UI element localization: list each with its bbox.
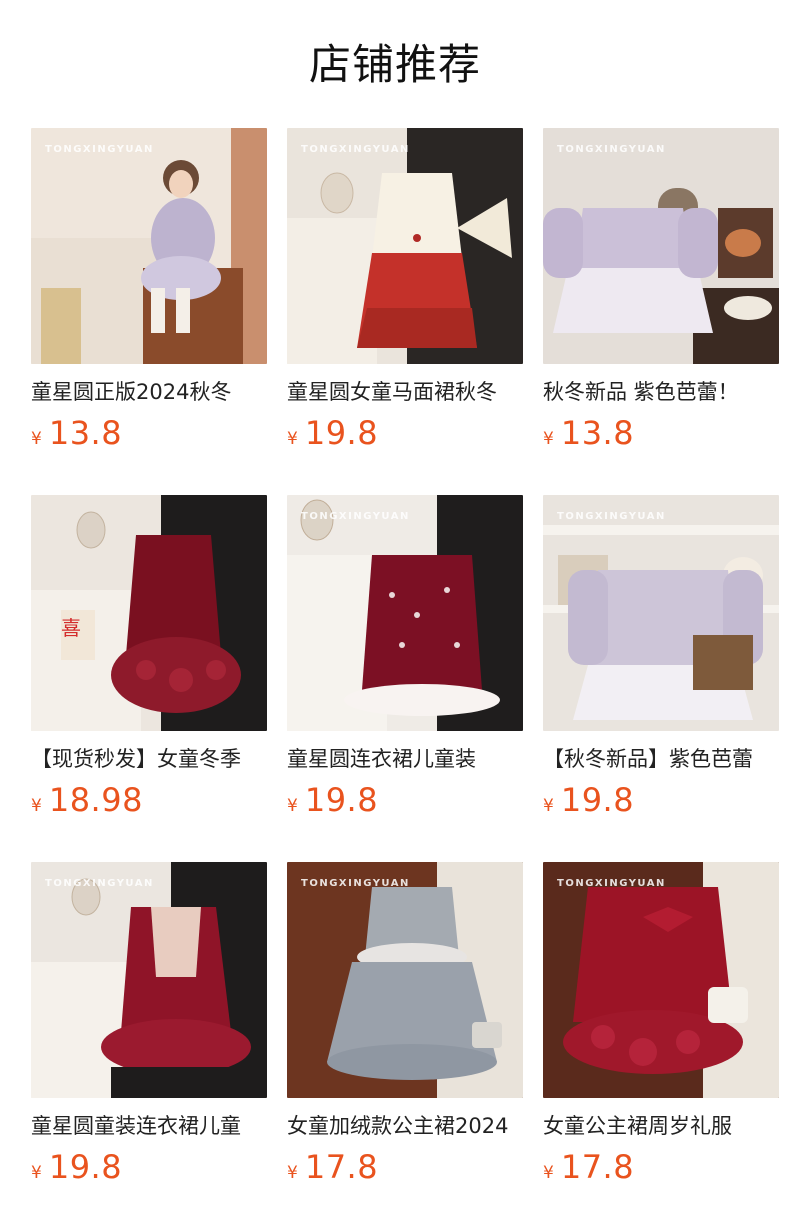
price-amount: 19.8 (48, 1148, 123, 1186)
product-image[interactable]: TONGXINGYUAN (287, 128, 523, 364)
section-title: 店铺推荐 (308, 39, 481, 89)
product-price: ¥ 17.8 (543, 1148, 779, 1186)
product-name[interactable]: 【现货秒发】女童冬季 (31, 745, 267, 773)
currency-symbol: ¥ (543, 1163, 554, 1183)
product-card[interactable]: TONGXINGYUAN 童星圆正版2024秋冬 ¥ 13.8 (31, 128, 267, 495)
product-image[interactable]: TONGXINGYUAN (543, 128, 779, 364)
product-name[interactable]: 女童公主裙周岁礼服 (543, 1112, 779, 1140)
price-amount: 19.8 (304, 414, 379, 452)
price-amount: 13.8 (48, 414, 123, 452)
product-card[interactable]: TONGXINGYUAN 女童加绒款公主裙2024 ¥ 17.8 (287, 862, 523, 1229)
currency-symbol: ¥ (287, 1163, 298, 1183)
product-image[interactable]: TONGXINGYUAN (31, 128, 267, 364)
currency-symbol: ¥ (543, 796, 554, 816)
product-price: ¥ 18.98 (31, 781, 267, 819)
currency-symbol: ¥ (287, 796, 298, 816)
price-amount: 19.8 (304, 781, 379, 819)
product-price: ¥ 17.8 (287, 1148, 523, 1186)
watermark: TONGXINGYUAN (557, 144, 666, 155)
currency-symbol: ¥ (543, 429, 554, 449)
product-name[interactable]: 秋冬新品 紫色芭蕾！ (543, 378, 779, 406)
watermark: TONGXINGYUAN (557, 511, 666, 522)
product-price: ¥ 19.8 (287, 414, 523, 452)
svg-text:喜: 喜 (61, 616, 81, 640)
product-name[interactable]: 女童加绒款公主裙2024 (287, 1112, 523, 1140)
product-card[interactable]: 喜 【现货秒发】女童冬季 ¥ 18.98 (31, 495, 267, 862)
price-amount: 18.98 (48, 781, 143, 819)
price-amount: 13.8 (560, 414, 635, 452)
price-amount: 17.8 (304, 1148, 379, 1186)
price-amount: 19.8 (560, 781, 635, 819)
product-image[interactable]: TONGXINGYUAN (543, 495, 779, 731)
watermark: TONGXINGYUAN (301, 144, 410, 155)
product-image[interactable]: TONGXINGYUAN (31, 862, 267, 1098)
currency-symbol: ¥ (287, 429, 298, 449)
product-card[interactable]: TONGXINGYUAN 【秋冬新品】紫色芭蕾 ¥ 19.8 (543, 495, 779, 862)
product-card[interactable]: TONGXINGYUAN 女童公主裙周岁礼服 ¥ 17.8 (543, 862, 779, 1229)
product-name[interactable]: 童星圆连衣裙儿童装 (287, 745, 523, 773)
product-card[interactable]: TONGXINGYUAN 童星圆连衣裙儿童装 ¥ 19.8 (287, 495, 523, 862)
currency-symbol: ¥ (31, 796, 42, 816)
product-price: ¥ 19.8 (543, 781, 779, 819)
product-image[interactable]: TONGXINGYUAN (287, 862, 523, 1098)
product-grid: TONGXINGYUAN 童星圆正版2024秋冬 ¥ 13.8 TONGXING… (31, 128, 779, 1229)
watermark: TONGXINGYUAN (557, 878, 666, 889)
product-card[interactable]: TONGXINGYUAN 秋冬新品 紫色芭蕾！ ¥ 13.8 (543, 128, 779, 495)
product-price: ¥ 19.8 (287, 781, 523, 819)
currency-symbol: ¥ (31, 1163, 42, 1183)
currency-symbol: ¥ (31, 429, 42, 449)
product-image[interactable]: TONGXINGYUAN (287, 495, 523, 731)
price-amount: 17.8 (560, 1148, 635, 1186)
product-name[interactable]: 童星圆女童马面裙秋冬 (287, 378, 523, 406)
product-card[interactable]: TONGXINGYUAN 童星圆童装连衣裙儿童 ¥ 19.8 (31, 862, 267, 1229)
watermark: TONGXINGYUAN (45, 144, 154, 155)
product-image[interactable]: 喜 (31, 495, 267, 731)
product-price: ¥ 19.8 (31, 1148, 267, 1186)
watermark: TONGXINGYUAN (45, 878, 154, 889)
product-price: ¥ 13.8 (543, 414, 779, 452)
product-image[interactable]: TONGXINGYUAN (543, 862, 779, 1098)
product-name[interactable]: 【秋冬新品】紫色芭蕾 (543, 745, 779, 773)
watermark: TONGXINGYUAN (301, 511, 410, 522)
watermark: TONGXINGYUAN (301, 878, 410, 889)
product-name[interactable]: 童星圆正版2024秋冬 (31, 378, 267, 406)
product-name[interactable]: 童星圆童装连衣裙儿童 (31, 1112, 267, 1140)
product-price: ¥ 13.8 (31, 414, 267, 452)
product-card[interactable]: TONGXINGYUAN 童星圆女童马面裙秋冬 ¥ 19.8 (287, 128, 523, 495)
